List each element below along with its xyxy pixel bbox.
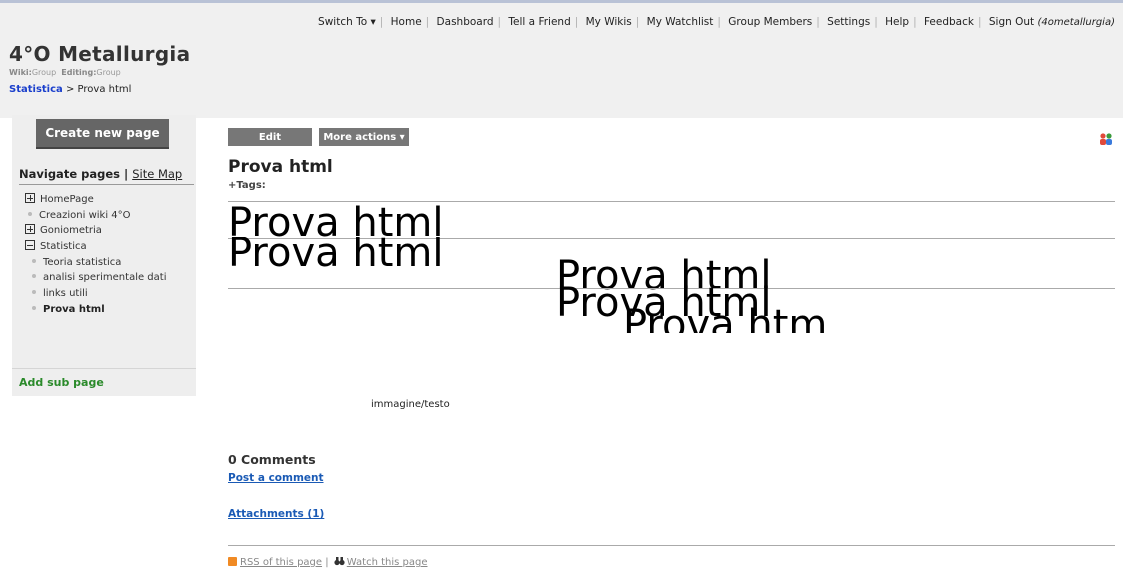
nav-separator: |	[874, 16, 878, 28]
main-content: Edit More actions ▾ Prova html +Tags: Pr…	[228, 115, 1115, 568]
sidebar-divider	[12, 368, 196, 369]
username: (4ometallurgia)	[1037, 17, 1116, 28]
breadcrumb-separator: >	[62, 84, 78, 95]
editing-value: Group	[96, 68, 121, 77]
nav-separator: |	[816, 16, 820, 28]
post-comment-link[interactable]: Post a comment	[228, 472, 324, 484]
nav-separator: |	[717, 16, 721, 28]
watch-page-link[interactable]: Watch this page	[347, 557, 428, 568]
tree-item-statistica[interactable]: Statistica	[25, 239, 166, 255]
nav-separator: |	[977, 16, 982, 28]
nav-feedback-link[interactable]: Feedback	[920, 16, 978, 28]
tree-item-label: Teoria statistica	[43, 256, 122, 268]
create-new-page-button[interactable]: Create new page	[36, 119, 169, 149]
wiki-label: Wiki:	[9, 68, 32, 77]
binoculars-icon	[334, 557, 345, 566]
nav-sign-out-link[interactable]: Sign Out (4ometallurgia)	[985, 16, 1119, 28]
bullet-icon	[32, 305, 36, 310]
image-caption: immagine/testo	[371, 399, 450, 410]
tree-item-label: Statistica	[40, 241, 87, 253]
nav-group-members-link[interactable]: Group Members	[724, 16, 816, 28]
tree-item-label: Prova html	[43, 303, 105, 315]
nav-head-separator: |	[119, 167, 133, 181]
nav-separator: |	[425, 16, 430, 28]
nav-tell-friend-link[interactable]: Tell a Friend	[504, 16, 574, 28]
site-map-link[interactable]: Site Map	[132, 167, 182, 181]
navigate-pages-title: Navigate pages	[19, 167, 120, 181]
navigate-pages-header: Navigate pages | Site Map	[19, 167, 194, 185]
sidebar: Create new page Navigate pages | Site Ma…	[12, 115, 196, 396]
nav-help-link[interactable]: Help	[881, 16, 913, 28]
heading-text-clip: Prova htm	[623, 305, 853, 333]
nav-separator: |	[497, 16, 502, 28]
nav-settings-link[interactable]: Settings	[823, 16, 874, 28]
collapse-icon[interactable]	[25, 240, 35, 251]
tree-item-label: Goniometria	[40, 225, 102, 237]
wiki-value: Group	[31, 68, 57, 77]
editing-label: Editing:	[61, 68, 97, 77]
header-bar: Switch To ▾ | Home | Dashboard | Tell a Fri…	[0, 0, 1123, 118]
tree-item-homepage[interactable]: HomePage	[25, 192, 166, 208]
heading-text: Prova htm	[623, 305, 828, 333]
bullet-icon	[28, 211, 32, 216]
add-sub-page-link[interactable]: Add sub page	[19, 376, 104, 389]
nav-my-watchlist-link[interactable]: My Watchlist	[643, 16, 718, 28]
tree-item-creazioni-wiki[interactable]: Creazioni wiki 4°O	[25, 208, 166, 224]
top-navigation: Switch To ▾ | Home | Dashboard | Tell a Fri…	[314, 16, 1119, 28]
breadcrumb: Statistica > Prova html	[9, 84, 131, 95]
bullet-icon	[32, 258, 36, 263]
breadcrumb-current: Prova html	[77, 84, 132, 95]
attachments-link[interactable]: Attachments (1)	[228, 508, 324, 520]
tree-item-teoria-statistica[interactable]: Teoria statistica	[25, 255, 166, 271]
tree-item-label: analisi sperimentale dati	[43, 272, 167, 284]
page-footer: RSS of this page | Watch this page	[228, 556, 428, 568]
tree-item-label: links utili	[43, 288, 88, 300]
bullet-icon	[32, 290, 36, 295]
sign-out-label: Sign Out	[988, 16, 1035, 28]
comments-heading: 0 Comments	[228, 452, 316, 467]
site-title[interactable]: 4°O Metallurgia	[9, 42, 190, 66]
page-title: Prova html	[228, 157, 333, 177]
heading-text-clip: Prova html	[228, 237, 528, 271]
rss-link[interactable]: RSS of this page	[240, 557, 322, 568]
nav-separator: |	[635, 16, 640, 28]
more-actions-button[interactable]: More actions ▾	[319, 128, 409, 146]
tree-item-links-utili[interactable]: links utili	[25, 286, 166, 302]
expand-icon[interactable]	[25, 193, 35, 203]
footer-separator: |	[322, 557, 332, 568]
wiki-permissions: Wiki:Group Editing:Group	[9, 68, 121, 77]
nav-separator: |	[574, 16, 579, 28]
tree-item-label: HomePage	[40, 194, 94, 205]
rss-icon	[228, 556, 237, 566]
tree-item-label: Creazioni wiki 4°O	[39, 209, 131, 221]
tree-item-prova-html[interactable]: Prova html	[25, 302, 166, 318]
switch-to-menu[interactable]: Switch To ▾	[314, 16, 380, 28]
tree-item-analisi-sperimentale[interactable]: analisi sperimentale dati	[25, 270, 166, 286]
expand-icon[interactable]	[25, 224, 35, 235]
page-tree: HomePage Creazioni wiki 4°O Goniometria …	[25, 192, 166, 318]
divider	[228, 545, 1115, 546]
heading-text: Prova html	[228, 237, 444, 271]
nav-separator: |	[379, 16, 384, 28]
edit-button[interactable]: Edit	[228, 128, 312, 146]
nav-separator: |	[913, 16, 917, 28]
nav-home-link[interactable]: Home	[387, 16, 426, 28]
nav-my-wikis-link[interactable]: My Wikis	[582, 16, 636, 28]
users-icon[interactable]	[1099, 132, 1113, 146]
tree-item-goniometria[interactable]: Goniometria	[25, 223, 166, 239]
bullet-icon	[32, 274, 36, 279]
breadcrumb-parent-link[interactable]: Statistica	[9, 84, 63, 95]
tags-link[interactable]: +Tags:	[228, 180, 266, 191]
nav-dashboard-link[interactable]: Dashboard	[433, 16, 498, 28]
